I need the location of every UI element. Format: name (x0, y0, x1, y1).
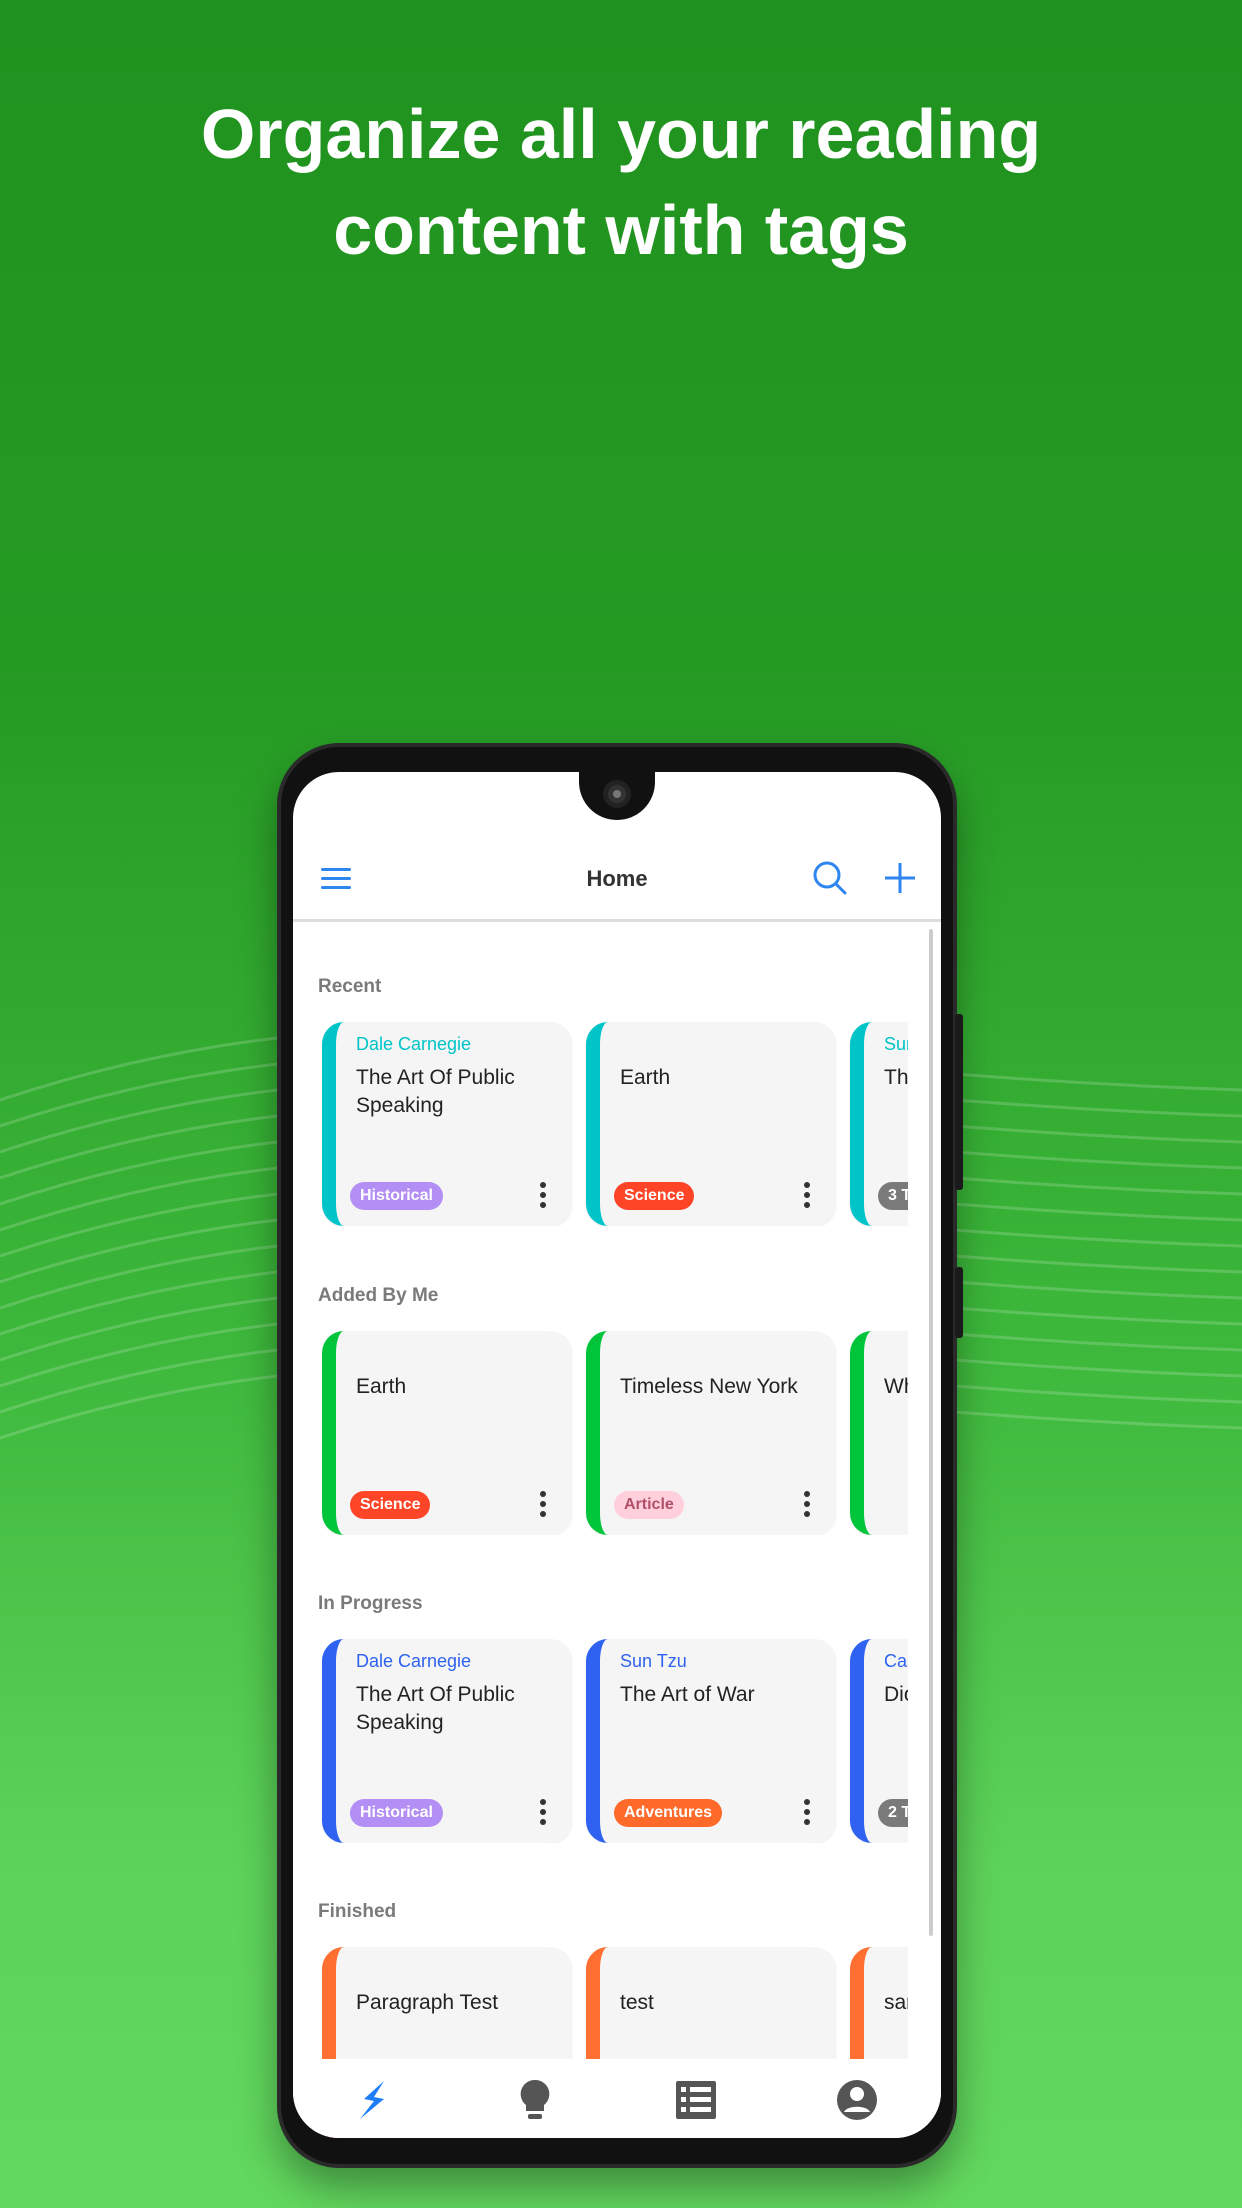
book-card[interactable]: Dale Carnegie The Art Of Public Speaking H… (322, 1639, 572, 1843)
card-author: Dale Carnegie (356, 1651, 472, 1671)
tag-badge[interactable]: Article (614, 1491, 684, 1519)
more-options-icon[interactable] (804, 1491, 812, 1521)
more-options-icon[interactable] (540, 1182, 548, 1212)
more-options-icon[interactable] (804, 1182, 812, 1212)
card-title: The Art Of Public Speaking (356, 1066, 515, 1117)
card-title: The Art Of Public Speaking (356, 1683, 515, 1734)
section-label: In Progress (318, 1593, 423, 1614)
tag-badge[interactable]: Science (614, 1182, 695, 1210)
card-title: Wh (884, 1375, 908, 1398)
book-card[interactable]: Earth Science (322, 1331, 572, 1535)
bottom-nav (293, 2059, 941, 2138)
more-options-icon[interactable] (540, 1799, 548, 1829)
card-author: Sun (884, 1034, 908, 1054)
tag-badge[interactable]: 2 To (878, 1799, 908, 1827)
headline-line-2: content with tags (333, 191, 909, 269)
tag-badge[interactable]: Science (350, 1491, 431, 1519)
book-card[interactable]: Wh (850, 1331, 908, 1535)
account-icon[interactable] (834, 2077, 880, 2123)
book-card[interactable]: Earth Science (586, 1022, 836, 1226)
card-row: Dale Carnegie The Art Of Public Speaking H… (322, 1639, 908, 1843)
book-card[interactable]: Sun The 3 To (850, 1022, 908, 1226)
section-label: Added By Me (318, 1285, 439, 1306)
card-author: Dale Carnegie (356, 1034, 472, 1054)
list-icon[interactable] (673, 2077, 719, 2123)
card-title: sar (884, 1991, 908, 2014)
plus-icon[interactable] (880, 858, 920, 898)
phone-screen: Home Recent Dale Carnegie The Art Of Publi… (293, 772, 941, 2138)
card-title: Paragraph Test (356, 1991, 499, 2014)
tag-badge[interactable]: Historical (350, 1799, 443, 1827)
lightbulb-icon[interactable] (512, 2077, 558, 2123)
section-label: Recent (318, 976, 382, 997)
book-card[interactable]: Sun Tzu The Art of War Adventures (586, 1639, 836, 1843)
book-card[interactable]: Timeless New York Article (586, 1331, 836, 1535)
card-title: Earth (356, 1375, 407, 1398)
more-options-icon[interactable] (540, 1491, 548, 1521)
card-row: Earth Science Timeless New York Article Wh (322, 1331, 908, 1535)
card-title: Dio 3 A Nar Cor (884, 1683, 908, 1706)
search-icon[interactable] (810, 858, 850, 898)
lightning-icon[interactable] (350, 2077, 396, 2123)
book-card[interactable]: Dale Carnegie The Art Of Public Speaking H… (322, 1022, 572, 1226)
more-options-icon[interactable] (804, 1799, 812, 1829)
headline: Organize all your reading content with t… (0, 86, 1242, 278)
card-row: Dale Carnegie The Art Of Public Speaking H… (322, 1022, 908, 1226)
card-author: Cas (884, 1651, 908, 1671)
card-title: The (884, 1066, 908, 1089)
phone-volume-button (955, 1014, 963, 1190)
section-label: Finished (318, 1901, 397, 1922)
phone-power-button (955, 1267, 963, 1338)
app-header: Home (293, 838, 941, 922)
card-title: test (620, 1991, 654, 2014)
notch (579, 772, 655, 820)
tag-badge[interactable]: Adventures (614, 1799, 723, 1827)
camera (603, 780, 631, 808)
card-title: The Art of War (620, 1683, 755, 1706)
tag-badge[interactable]: 3 To (878, 1182, 908, 1210)
card-title: Earth (620, 1066, 671, 1089)
card-title: Timeless New York (620, 1375, 798, 1398)
tag-badge[interactable]: Historical (350, 1182, 443, 1210)
scrollbar[interactable] (929, 929, 933, 1936)
book-card[interactable]: Cas Dio 3 A Nar Cor 2 To (850, 1639, 908, 1843)
headline-line-1: Organize all your reading (200, 95, 1042, 173)
card-author: Sun Tzu (620, 1651, 687, 1671)
